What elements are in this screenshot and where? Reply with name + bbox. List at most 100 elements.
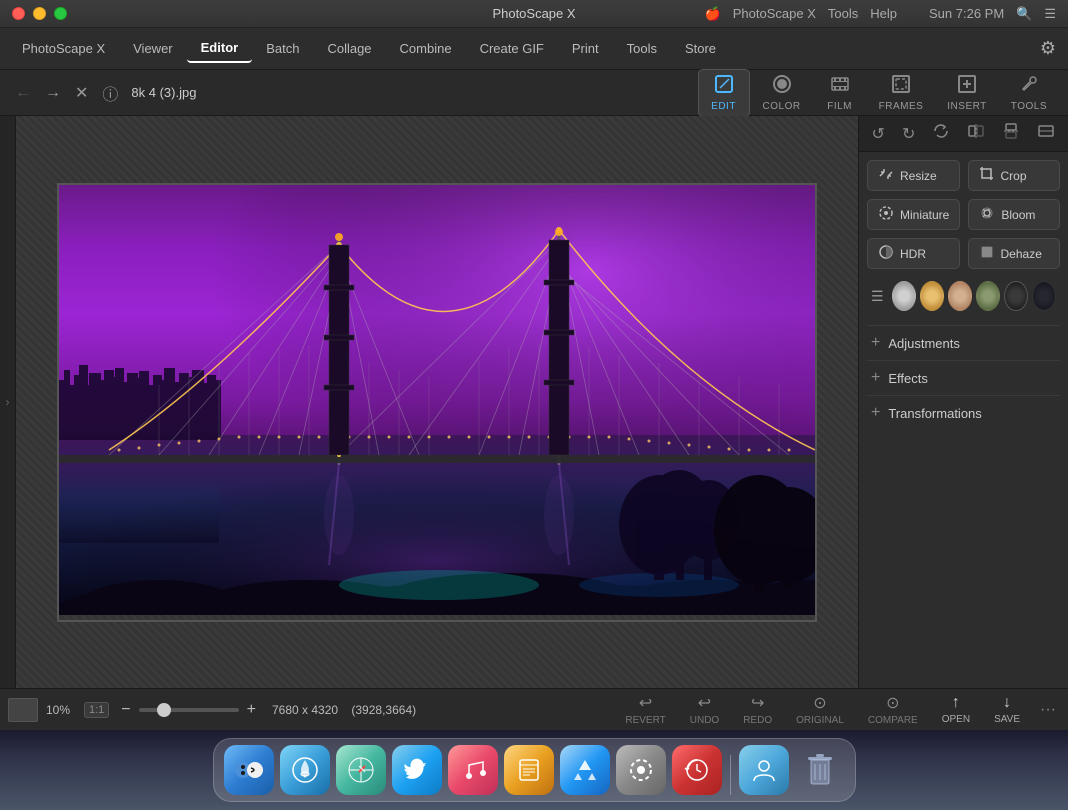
dehaze-button[interactable]: Dehaze (968, 238, 1061, 269)
revert-icon: ↩ (639, 693, 652, 713)
info-button[interactable]: ⓘ (97, 77, 123, 109)
titlebar: PhotoScape X 🍎 PhotoScape X Tools Help S… (0, 0, 1068, 28)
undo-button[interactable]: ↩ UNDO (682, 689, 727, 730)
swatch-3[interactable] (948, 281, 972, 311)
redo-icon: ↪ (751, 693, 764, 713)
forward-button[interactable]: → (40, 80, 66, 106)
swatch-4[interactable] (976, 281, 1000, 311)
adjustments-section[interactable]: + Adjustments (867, 325, 1060, 360)
zoom-ratio-button[interactable]: 1:1 (84, 702, 109, 718)
settings-icon[interactable]: ⚙ (1036, 34, 1060, 63)
dock-icon-launchpad[interactable] (280, 745, 330, 795)
search-icon[interactable]: 🔍 (1016, 6, 1032, 22)
nav-create-gif[interactable]: Create GIF (466, 35, 558, 62)
transformations-section[interactable]: + Transformations (867, 395, 1060, 430)
swatch-water[interactable] (1032, 281, 1056, 311)
filter-menu-icon[interactable]: ☰ (871, 288, 884, 305)
nav-store[interactable]: Store (671, 35, 730, 62)
window-controls[interactable] (12, 7, 67, 20)
thumbnail-preview[interactable] (8, 698, 38, 722)
chevron-right-icon: › (6, 395, 10, 409)
edit-tool-insert[interactable]: INSERT (936, 69, 998, 117)
nav-combine[interactable]: Combine (386, 35, 466, 62)
dock-icon-backup[interactable] (672, 745, 722, 795)
maximize-button[interactable] (54, 7, 67, 20)
back-button[interactable]: ← (10, 80, 36, 106)
bloom-button[interactable]: Bloom (968, 199, 1060, 230)
dock-icon-users[interactable] (739, 745, 789, 795)
nav-viewer[interactable]: Viewer (119, 35, 187, 62)
resize-button[interactable]: Resize (867, 160, 960, 191)
rotate-icon[interactable] (926, 118, 956, 149)
nav-photoscapex[interactable]: PhotoScape X (8, 35, 119, 62)
save-button[interactable]: ↓ SAVE (986, 690, 1028, 729)
right-panel: ↺ ↻ (858, 116, 1068, 688)
close-button[interactable] (12, 7, 25, 20)
save-icon: ↓ (1003, 694, 1011, 712)
nav-editor[interactable]: Editor (187, 34, 253, 63)
edit-icon (714, 74, 734, 99)
edit-tool-film[interactable]: FILM (814, 69, 866, 117)
edit-tools: EDIT COLOR (698, 69, 1058, 117)
open-label: OPEN (942, 714, 970, 725)
dock-icon-ibooks[interactable] (504, 745, 554, 795)
rotate-ccw-icon[interactable]: ↺ (866, 120, 891, 148)
compare-icon: ⊙ (886, 693, 899, 713)
zoom-minus-button[interactable]: − (121, 701, 130, 719)
left-panel-toggle[interactable]: › (0, 116, 16, 688)
edit-tool-tools[interactable]: TOOLS (1000, 69, 1058, 117)
dock-icon-twitter[interactable] (392, 745, 442, 795)
hdr-button[interactable]: HDR (867, 238, 960, 269)
dock-icon-music[interactable] (448, 745, 498, 795)
effects-section[interactable]: + Effects (867, 360, 1060, 395)
mac-status-bar: 🍎 PhotoScape X Tools Help Sun 7:26 PM 🔍 … (705, 6, 1056, 22)
nav-buttons: ← → ✕ ⓘ (10, 77, 123, 109)
menu-help[interactable]: Help (870, 6, 897, 21)
original-button[interactable]: ⊙ ORIGINAL (788, 689, 852, 730)
dock-icon-safari[interactable] (336, 745, 386, 795)
zoom-slider-thumb[interactable] (157, 703, 171, 717)
minimize-button[interactable] (33, 7, 46, 20)
dock-icon-system-prefs[interactable] (616, 745, 666, 795)
nav-tools[interactable]: Tools (613, 35, 671, 62)
swatch-1[interactable] (892, 281, 916, 311)
crop-button[interactable]: Crop (968, 160, 1061, 191)
nav-collage[interactable]: Collage (313, 35, 385, 62)
menu-file[interactable]: Tools (828, 6, 858, 21)
swatch-2[interactable] (920, 281, 944, 311)
dock-icon-appstore[interactable] (560, 745, 610, 795)
dock-icon-finder[interactable] (224, 745, 274, 795)
zoom-slider[interactable] (139, 708, 239, 712)
revert-button[interactable]: ↩ REVERT (617, 689, 673, 730)
nav-batch[interactable]: Batch (252, 35, 313, 62)
close-file-button[interactable]: ✕ (70, 79, 93, 107)
flip-v-icon[interactable] (996, 118, 1026, 149)
nav-print[interactable]: Print (558, 35, 613, 62)
more-button[interactable]: ··· (1036, 697, 1060, 723)
film-tool-label: FILM (827, 101, 852, 112)
bloom-label: Bloom (1001, 208, 1035, 222)
edit-tool-frames[interactable]: FRAMES (868, 69, 935, 117)
zoom-percent: 10% (46, 703, 76, 717)
plus-icon-3: + (871, 404, 880, 422)
insert-icon (957, 74, 977, 99)
open-button[interactable]: ↑ OPEN (934, 690, 978, 729)
hdr-icon (878, 244, 894, 263)
swatch-5[interactable] (1004, 281, 1028, 311)
flip-h-icon[interactable] (961, 118, 991, 149)
list-icon[interactable]: ☰ (1044, 6, 1056, 22)
main-area: › (0, 116, 1068, 688)
zoom-plus-button[interactable]: + (247, 701, 256, 719)
edit-tool-edit[interactable]: EDIT (698, 69, 750, 117)
rotate-cw-icon[interactable]: ↻ (896, 120, 921, 148)
redo-button[interactable]: ↪ REDO (735, 689, 780, 730)
redo-label: REDO (743, 715, 772, 726)
aspect-icon[interactable] (1031, 118, 1061, 149)
crop-label: Crop (1001, 169, 1027, 183)
frames-tool-label: FRAMES (879, 101, 924, 112)
dock-icon-trash[interactable] (795, 745, 845, 795)
miniature-button[interactable]: Miniature (867, 199, 960, 230)
compare-button[interactable]: ⊙ COMPARE (860, 689, 926, 730)
filter-swatches-row: ☰ (867, 277, 1060, 315)
edit-tool-color[interactable]: COLOR (752, 69, 812, 117)
